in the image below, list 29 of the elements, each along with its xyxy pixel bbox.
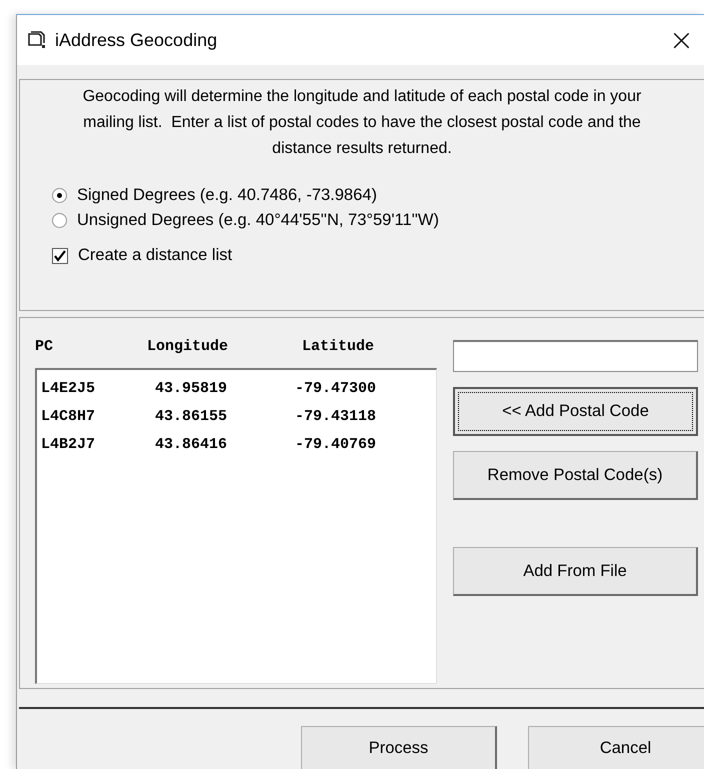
radio-label: Unsigned Degrees (e.g. 40°44'55''N, 73°59'11''W)	[77, 211, 439, 230]
footer-button[interactable]: Cancel	[528, 726, 704, 769]
list-cell-text: L4C8H7	[41, 408, 96, 424]
list-cell-text: -79.40769	[295, 436, 378, 452]
list-cell-text: L4B2J7	[41, 436, 96, 452]
side-button[interactable]: Add From File	[453, 547, 698, 596]
list-cell-text: 43.86416	[155, 436, 228, 452]
radio-button[interactable]	[52, 213, 67, 228]
side-button[interactable]: << Add Postal Code	[453, 387, 698, 436]
description-text: Geocoding will determine the longitude and latitude of each postal code in your mailing list. Enter a list of postal codes to have the closest postal code and the distance results returned.	[82, 87, 642, 159]
radio-button[interactable]	[52, 188, 67, 203]
window-title: iAddress Geocoding	[55, 30, 218, 50]
list-cell-text: -79.43118	[295, 408, 378, 424]
checkbox[interactable]	[52, 248, 68, 264]
postal-code-field[interactable]	[453, 340, 698, 372]
column-header: PC	[35, 338, 54, 355]
footer-button[interactable]: Process	[301, 726, 497, 769]
window-icon	[27, 31, 47, 49]
postal-code-list[interactable]: L4E2J5 43.95819 -79.47300 L4C8H7 43.86155 -79.43118 L4B2J7 43.86416 -79.40769	[35, 368, 437, 684]
side-button[interactable]: Remove Postal Code(s)	[453, 451, 698, 500]
column-header: Latitude	[302, 338, 376, 355]
list-cell-text: 43.86155	[155, 408, 228, 424]
list-cell-text: -79.47300	[295, 380, 378, 396]
list-cell-text: L4E2J5	[41, 380, 96, 396]
checkbox-label: Create a distance list	[78, 246, 232, 265]
column-header: Longitude	[147, 338, 230, 355]
close-button[interactable]: ×	[658, 22, 704, 58]
list-cell-text: 43.95819	[155, 380, 228, 396]
radio-label: Signed Degrees (e.g. 40.7486, -73.9864)	[77, 186, 377, 205]
